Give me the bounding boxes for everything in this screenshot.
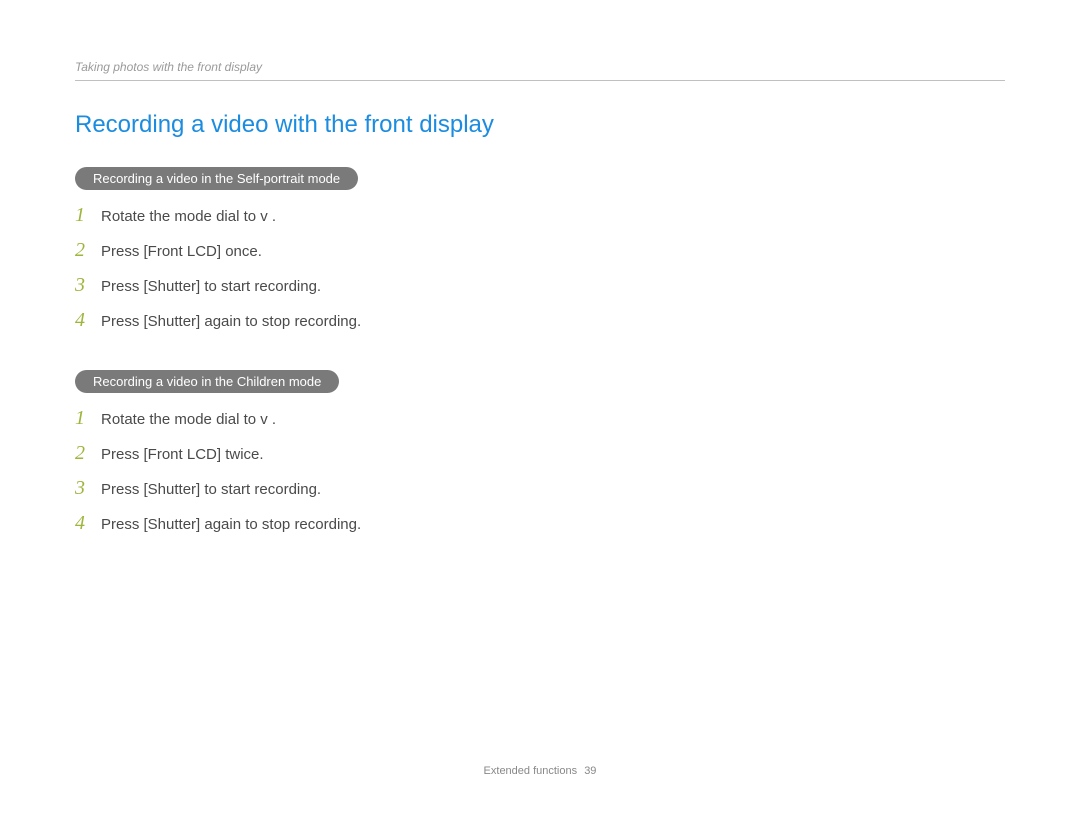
- step-item: 4 Press [Shutter] again to stop recordin…: [75, 309, 1005, 332]
- step-text: Press [Shutter] to start recording.: [101, 278, 321, 295]
- steps-self-portrait: 1 Rotate the mode dial to v . 2 Press [F…: [75, 204, 1005, 332]
- page-title: Recording a video with the front display: [75, 111, 1005, 139]
- step-text: Press [Front LCD] twice.: [101, 446, 264, 463]
- step-number: 3: [75, 274, 101, 297]
- step-item: 4 Press [Shutter] again to stop recordin…: [75, 512, 1005, 535]
- step-item: 2 Press [Front LCD] once.: [75, 239, 1005, 262]
- pill-self-portrait: Recording a video in the Self-portrait m…: [75, 167, 358, 190]
- section-self-portrait: Recording a video in the Self-portrait m…: [75, 161, 1005, 332]
- steps-children: 1 Rotate the mode dial to v . 2 Press [F…: [75, 407, 1005, 535]
- breadcrumb: Taking photos with the front display: [75, 60, 1005, 74]
- divider: [75, 80, 1005, 81]
- step-number: 2: [75, 442, 101, 465]
- step-text: Rotate the mode dial to v .: [101, 411, 276, 428]
- step-item: 3 Press [Shutter] to start recording.: [75, 274, 1005, 297]
- step-item: 1 Rotate the mode dial to v .: [75, 204, 1005, 227]
- footer-section: Extended functions: [484, 765, 578, 777]
- step-number: 1: [75, 407, 101, 430]
- step-text: Rotate the mode dial to v .: [101, 208, 276, 225]
- step-number: 4: [75, 512, 101, 535]
- step-item: 2 Press [Front LCD] twice.: [75, 442, 1005, 465]
- step-text: Press [Front LCD] once.: [101, 243, 262, 260]
- step-number: 4: [75, 309, 101, 332]
- step-text: Press [Shutter] again to stop recording.: [101, 313, 361, 330]
- footer: Extended functions 39: [0, 765, 1080, 777]
- step-number: 2: [75, 239, 101, 262]
- footer-page-number: 39: [584, 765, 596, 777]
- step-text: Press [Shutter] to start recording.: [101, 481, 321, 498]
- step-text: Press [Shutter] again to stop recording.: [101, 516, 361, 533]
- pill-children: Recording a video in the Children mode: [75, 370, 339, 393]
- step-number: 1: [75, 204, 101, 227]
- step-number: 3: [75, 477, 101, 500]
- section-children: Recording a video in the Children mode 1…: [75, 364, 1005, 535]
- step-item: 1 Rotate the mode dial to v .: [75, 407, 1005, 430]
- step-item: 3 Press [Shutter] to start recording.: [75, 477, 1005, 500]
